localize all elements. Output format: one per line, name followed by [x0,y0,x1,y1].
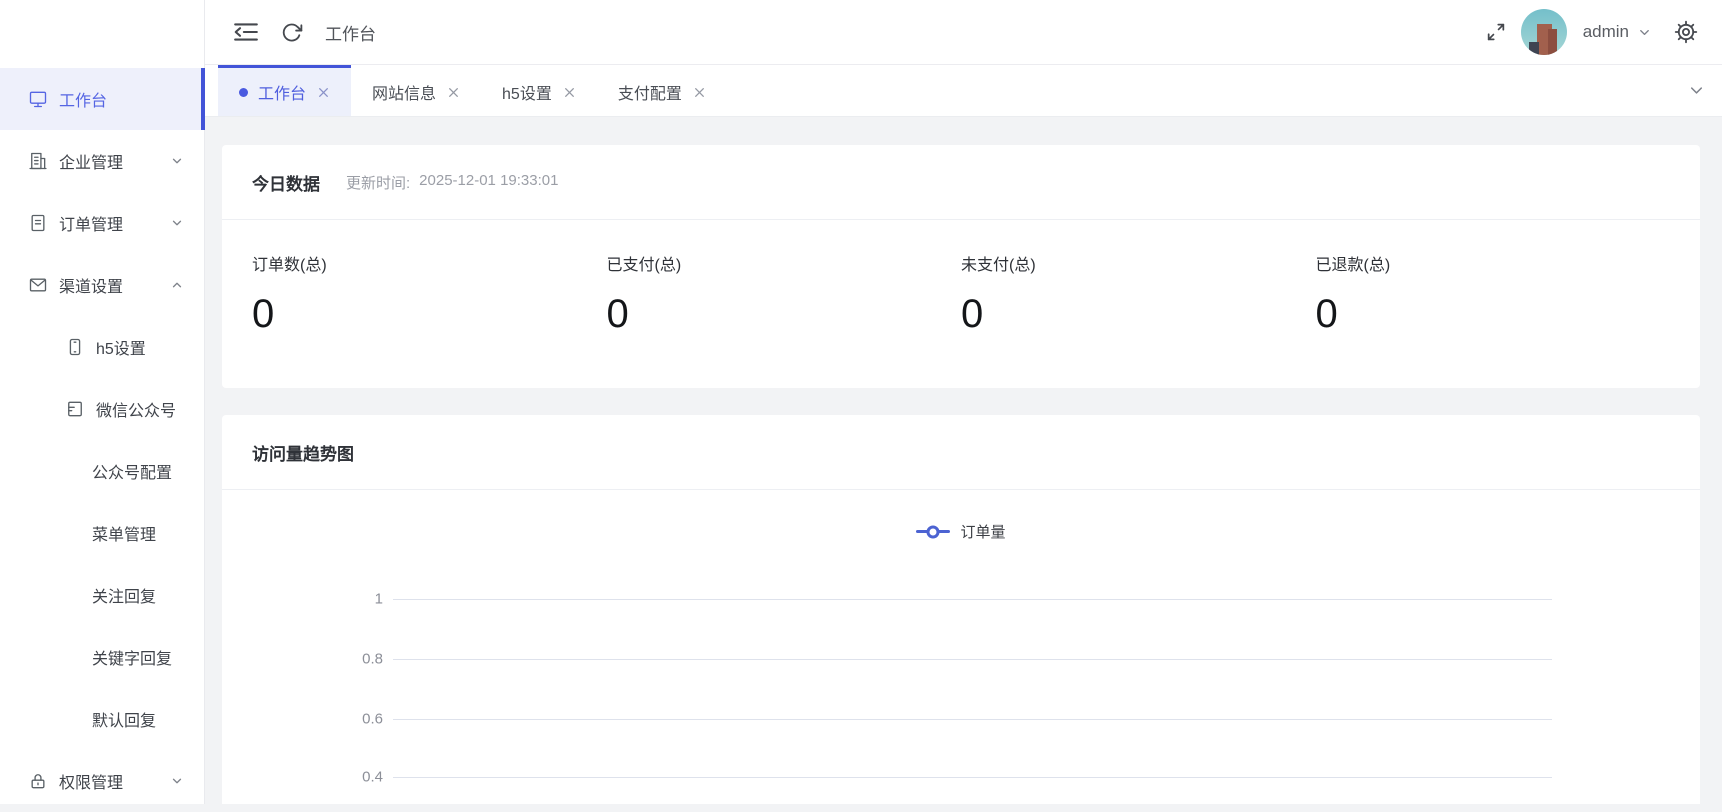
sidebar-item-channels[interactable]: 渠道设置 [0,254,204,316]
top-navbar: 工作台 admin [205,0,1722,65]
tab-site-info[interactable]: 网站信息 [351,65,481,116]
chevron-down-icon [170,216,184,230]
sidebar-item-wechat-official[interactable]: 微信公众号 [0,378,204,440]
sidebar-item-label: 渠道设置 [59,273,123,297]
visit-trend-card: 访问量趋势图 订单量 1 0.8 0.6 0.4 [222,415,1700,804]
sidebar-item-label: 权限管理 [59,769,123,793]
gridline [393,719,1552,720]
tab-close-icon[interactable] [447,86,460,99]
sidebar-item-default-reply[interactable]: 默认回复 [0,688,204,750]
update-time-label: 更新时间: [346,172,410,193]
sidebar-item-label: 公众号配置 [92,459,172,483]
update-time: 更新时间: 2025-12-01 19:33:01 [346,172,558,193]
sidebar-item-permissions[interactable]: 权限管理 [0,750,204,812]
stat-value: 0 [1316,292,1671,336]
chevron-down-icon [1637,25,1652,40]
topbar-right-group: admin [1485,9,1722,55]
sidebar-menu: 工作台 企业管理 订单管理 渠道设置 [0,68,204,812]
sidebar-item-label: 企业管理 [59,149,123,173]
legend-label: 订单量 [960,521,1005,542]
stat-unpaid: 未支付(总) 0 [961,251,1316,336]
sidebar-item-h5-settings[interactable]: h5设置 [0,316,204,378]
update-time-value: 2025-12-01 19:33:01 [419,172,558,193]
sidebar-item-label: h5设置 [96,335,146,359]
stat-total-orders: 订单数(总) 0 [252,251,607,336]
gear-icon[interactable] [1674,20,1698,44]
sidebar-item-enterprise[interactable]: 企业管理 [0,130,204,192]
breadcrumb: 工作台 [325,20,376,45]
tab-close-icon[interactable] [317,86,330,99]
sidebar-item-label: 关键字回复 [92,645,172,669]
sidebar-item-label: 默认回复 [92,707,156,731]
sidebar-item-workbench[interactable]: 工作台 [0,68,204,130]
y-axis-tick: 0.8 [222,651,383,668]
chevron-up-icon [170,278,184,292]
gridline [393,659,1552,660]
y-axis-tick: 0.6 [222,711,383,728]
notebook-icon [65,399,85,419]
tab-bar: 工作台 网站信息 h5设置 支付配置 [205,65,1722,117]
monitor-icon [28,89,48,109]
sidebar-item-label: 订单管理 [59,211,123,235]
tab-workbench[interactable]: 工作台 [218,65,351,116]
envelope-icon [28,275,48,295]
lock-icon [28,771,48,791]
user-dropdown[interactable]: admin [1583,22,1652,42]
sidebar-item-keyword-reply[interactable]: 关键字回复 [0,626,204,688]
chart-legend-item[interactable]: 订单量 [222,521,1700,542]
document-icon [28,213,48,233]
tab-payment-config[interactable]: 支付配置 [597,65,727,116]
tab-close-icon[interactable] [563,86,576,99]
main-content: 今日数据 更新时间: 2025-12-01 19:33:01 订单数(总) 0 … [205,117,1722,804]
chevron-down-icon [170,154,184,168]
sidebar-item-orders[interactable]: 订单管理 [0,192,204,254]
sidebar-item-label: 关注回复 [92,583,156,607]
fullscreen-icon[interactable] [1485,21,1507,43]
username: admin [1583,22,1629,42]
sidebar-item-label: 工作台 [59,87,107,111]
sidebar-item-follow-reply[interactable]: 关注回复 [0,564,204,626]
stat-refunded: 已退款(总) 0 [1316,251,1671,336]
trend-card-title: 访问量趋势图 [252,440,354,465]
tab-h5-settings[interactable]: h5设置 [481,65,597,116]
tabs-dropdown-icon[interactable] [1687,81,1706,100]
y-axis-tick: 1 [222,591,383,608]
sidebar-item-official-config[interactable]: 公众号配置 [0,440,204,502]
avatar[interactable] [1521,9,1567,55]
building-icon [28,151,48,171]
phone-icon [65,337,85,357]
sidebar-item-label: 微信公众号 [96,397,176,421]
today-card-header: 今日数据 更新时间: 2025-12-01 19:33:01 [222,145,1700,220]
stat-value: 0 [252,292,607,336]
stat-paid: 已支付(总) 0 [607,251,962,336]
sidebar: 工作台 企业管理 订单管理 渠道设置 [0,0,205,804]
stats-row: 订单数(总) 0 已支付(总) 0 未支付(总) 0 已退款(总) 0 [222,220,1700,336]
today-data-card: 今日数据 更新时间: 2025-12-01 19:33:01 订单数(总) 0 … [222,145,1700,388]
collapse-sidebar-icon[interactable] [233,21,259,43]
refresh-icon[interactable] [280,21,303,44]
sidebar-item-menu-management[interactable]: 菜单管理 [0,502,204,564]
gridline [393,777,1552,778]
gridline [393,599,1552,600]
stat-value: 0 [961,292,1316,336]
trend-card-header: 访问量趋势图 [222,415,1700,490]
tab-close-icon[interactable] [693,86,706,99]
chevron-down-icon [170,774,184,788]
sidebar-item-label: 菜单管理 [92,521,156,545]
line-series-marker-icon [916,530,950,533]
stat-value: 0 [607,292,962,336]
trend-chart: 订单量 1 0.8 0.6 0.4 [222,490,1700,804]
today-card-title: 今日数据 [252,170,320,195]
y-axis-tick: 0.4 [222,769,383,786]
active-dot-icon [239,88,248,97]
